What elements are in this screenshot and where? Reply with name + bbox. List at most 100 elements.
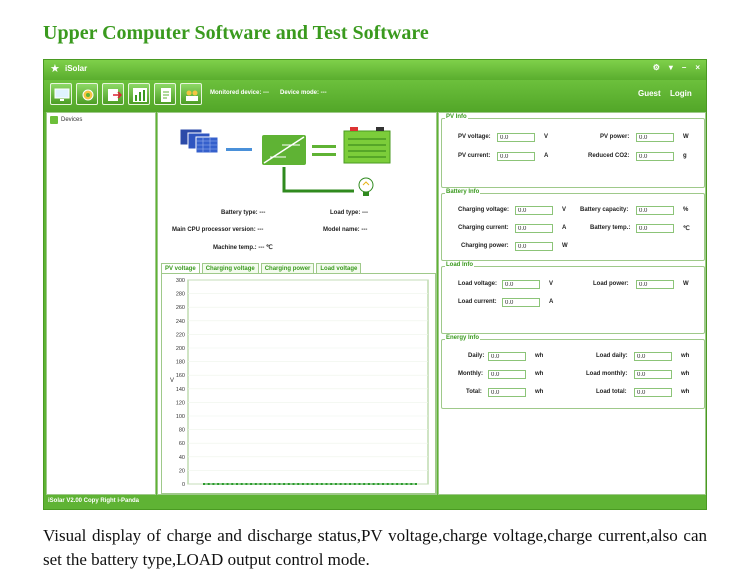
monthly-unit: wh: [535, 371, 544, 377]
data-point: [254, 483, 257, 485]
data-point: [278, 483, 281, 485]
battery-capacity-field[interactable]: [636, 206, 674, 215]
data-point: [221, 483, 224, 485]
y-tick-label: 40: [179, 455, 185, 461]
data-point: [382, 483, 385, 485]
total-field[interactable]: [488, 388, 526, 397]
login-button[interactable]: Login: [670, 89, 692, 98]
users-icon[interactable]: [180, 83, 202, 105]
chart-area: 0 20 40 60 80 100 120 140 160 180 200 220 240 260 280 3…: [161, 273, 436, 494]
data-point: [363, 483, 366, 485]
data-point: [316, 483, 319, 485]
battery-line-2: [312, 153, 336, 156]
load-monthly-label: Load monthly:: [586, 371, 628, 377]
data-point: [339, 483, 342, 485]
daily-field[interactable]: [488, 352, 526, 361]
settings-gear-icon[interactable]: ⚙: [653, 63, 660, 72]
data-point: [410, 483, 413, 485]
minimize-icon[interactable]: –: [682, 63, 686, 72]
page-heading: Upper Computer Software and Test Softwar…: [43, 22, 429, 44]
energy-info-group: Energy Info Daily: wh Load daily: wh Mon…: [441, 335, 705, 409]
tree-item-devices[interactable]: Devices: [50, 116, 82, 124]
battery-icon: [343, 127, 391, 164]
y-tick-label: 100: [176, 414, 185, 420]
y-tick-label: 260: [176, 305, 185, 311]
charging-power-field[interactable]: [515, 242, 553, 251]
monitor-icon[interactable]: [50, 83, 72, 105]
load-daily-field[interactable]: [634, 352, 672, 361]
data-point: [372, 483, 375, 485]
charging-current-label: Charging current:: [458, 225, 509, 231]
load-current-field[interactable]: [502, 298, 540, 307]
data-point: [330, 483, 333, 485]
battery-temp-field[interactable]: [636, 224, 674, 233]
data-point: [367, 483, 370, 485]
load-current-label: Load current:: [458, 299, 497, 305]
total-label: Total:: [466, 389, 482, 395]
data-point: [212, 483, 215, 485]
data-point: [231, 483, 234, 485]
export-icon[interactable]: [102, 83, 124, 105]
load-power-label: Load power:: [593, 281, 629, 287]
reduced-co2-field[interactable]: [636, 152, 674, 161]
data-point: [273, 483, 276, 485]
data-point: [268, 483, 271, 485]
settings-icon[interactable]: [76, 83, 98, 105]
document-icon[interactable]: [154, 83, 176, 105]
pv-current-unit: A: [544, 153, 549, 159]
data-point: [207, 483, 210, 485]
toolbar: Monitored device: --- Device mode: --- G…: [44, 80, 706, 112]
dropdown-icon[interactable]: ▾: [669, 63, 673, 72]
y-tick-label: 80: [179, 428, 185, 434]
load-daily-label: Load daily:: [596, 353, 628, 359]
data-point: [311, 483, 314, 485]
charging-voltage-label: Charging voltage:: [458, 207, 510, 213]
pv-voltage-field[interactable]: [497, 133, 535, 142]
load-daily-unit: wh: [681, 353, 690, 359]
version-copyright: iSolar V2.00 Copy Right i-Panda: [48, 498, 140, 504]
battery-line-1: [312, 145, 336, 148]
close-icon[interactable]: ×: [695, 63, 700, 72]
y-tick-label: 0: [182, 482, 185, 488]
device-icon: [50, 116, 58, 124]
monthly-field[interactable]: [488, 370, 526, 379]
data-point: [301, 483, 304, 485]
charging-voltage-field[interactable]: [515, 206, 553, 215]
reduced-co2-label: Reduced CO2:: [588, 153, 630, 159]
load-type-label: Load type: ---: [330, 210, 368, 216]
load-total-unit: wh: [681, 389, 690, 395]
device-mode-label: Device mode: ---: [280, 90, 327, 96]
load-line: [282, 167, 354, 193]
data-point: [386, 483, 389, 485]
load-monthly-unit: wh: [681, 371, 690, 377]
data-point: [297, 483, 300, 485]
charging-current-field[interactable]: [515, 224, 553, 233]
pv-current-field[interactable]: [497, 152, 535, 161]
load-power-field[interactable]: [636, 280, 674, 289]
pv-power-field[interactable]: [636, 133, 674, 142]
monthly-label: Monthly:: [458, 371, 483, 377]
data-point: [353, 483, 356, 485]
battery-temp-unit: ℃: [683, 226, 690, 232]
machine-temp-label: Machine temp.: --- ℃: [213, 245, 273, 251]
load-voltage-field[interactable]: [502, 280, 540, 289]
pv-line: [226, 148, 252, 151]
data-point: [400, 483, 403, 485]
data-point: [377, 483, 380, 485]
chart-icon[interactable]: [128, 83, 150, 105]
battery-temp-label: Battery temp.:: [590, 225, 631, 231]
charging-voltage-unit: V: [562, 207, 567, 213]
load-power-unit: W: [683, 281, 689, 287]
data-point: [203, 483, 205, 485]
load-voltage-unit: V: [549, 281, 554, 287]
system-diagram: [179, 127, 391, 196]
data-point: [287, 483, 290, 485]
load-info-group: Load Info Load voltage: V Load power: W …: [441, 262, 705, 334]
device-tree: Devices: [46, 112, 156, 495]
guest-label: Guest: [638, 89, 661, 98]
y-tick-label: 220: [176, 332, 185, 338]
window-controls: ⚙ ▾ – ×: [653, 63, 700, 72]
overview-panel: Battery type: --- Load type: --- Main CP…: [157, 112, 437, 495]
load-total-field[interactable]: [634, 388, 672, 397]
load-monthly-field[interactable]: [634, 370, 672, 379]
